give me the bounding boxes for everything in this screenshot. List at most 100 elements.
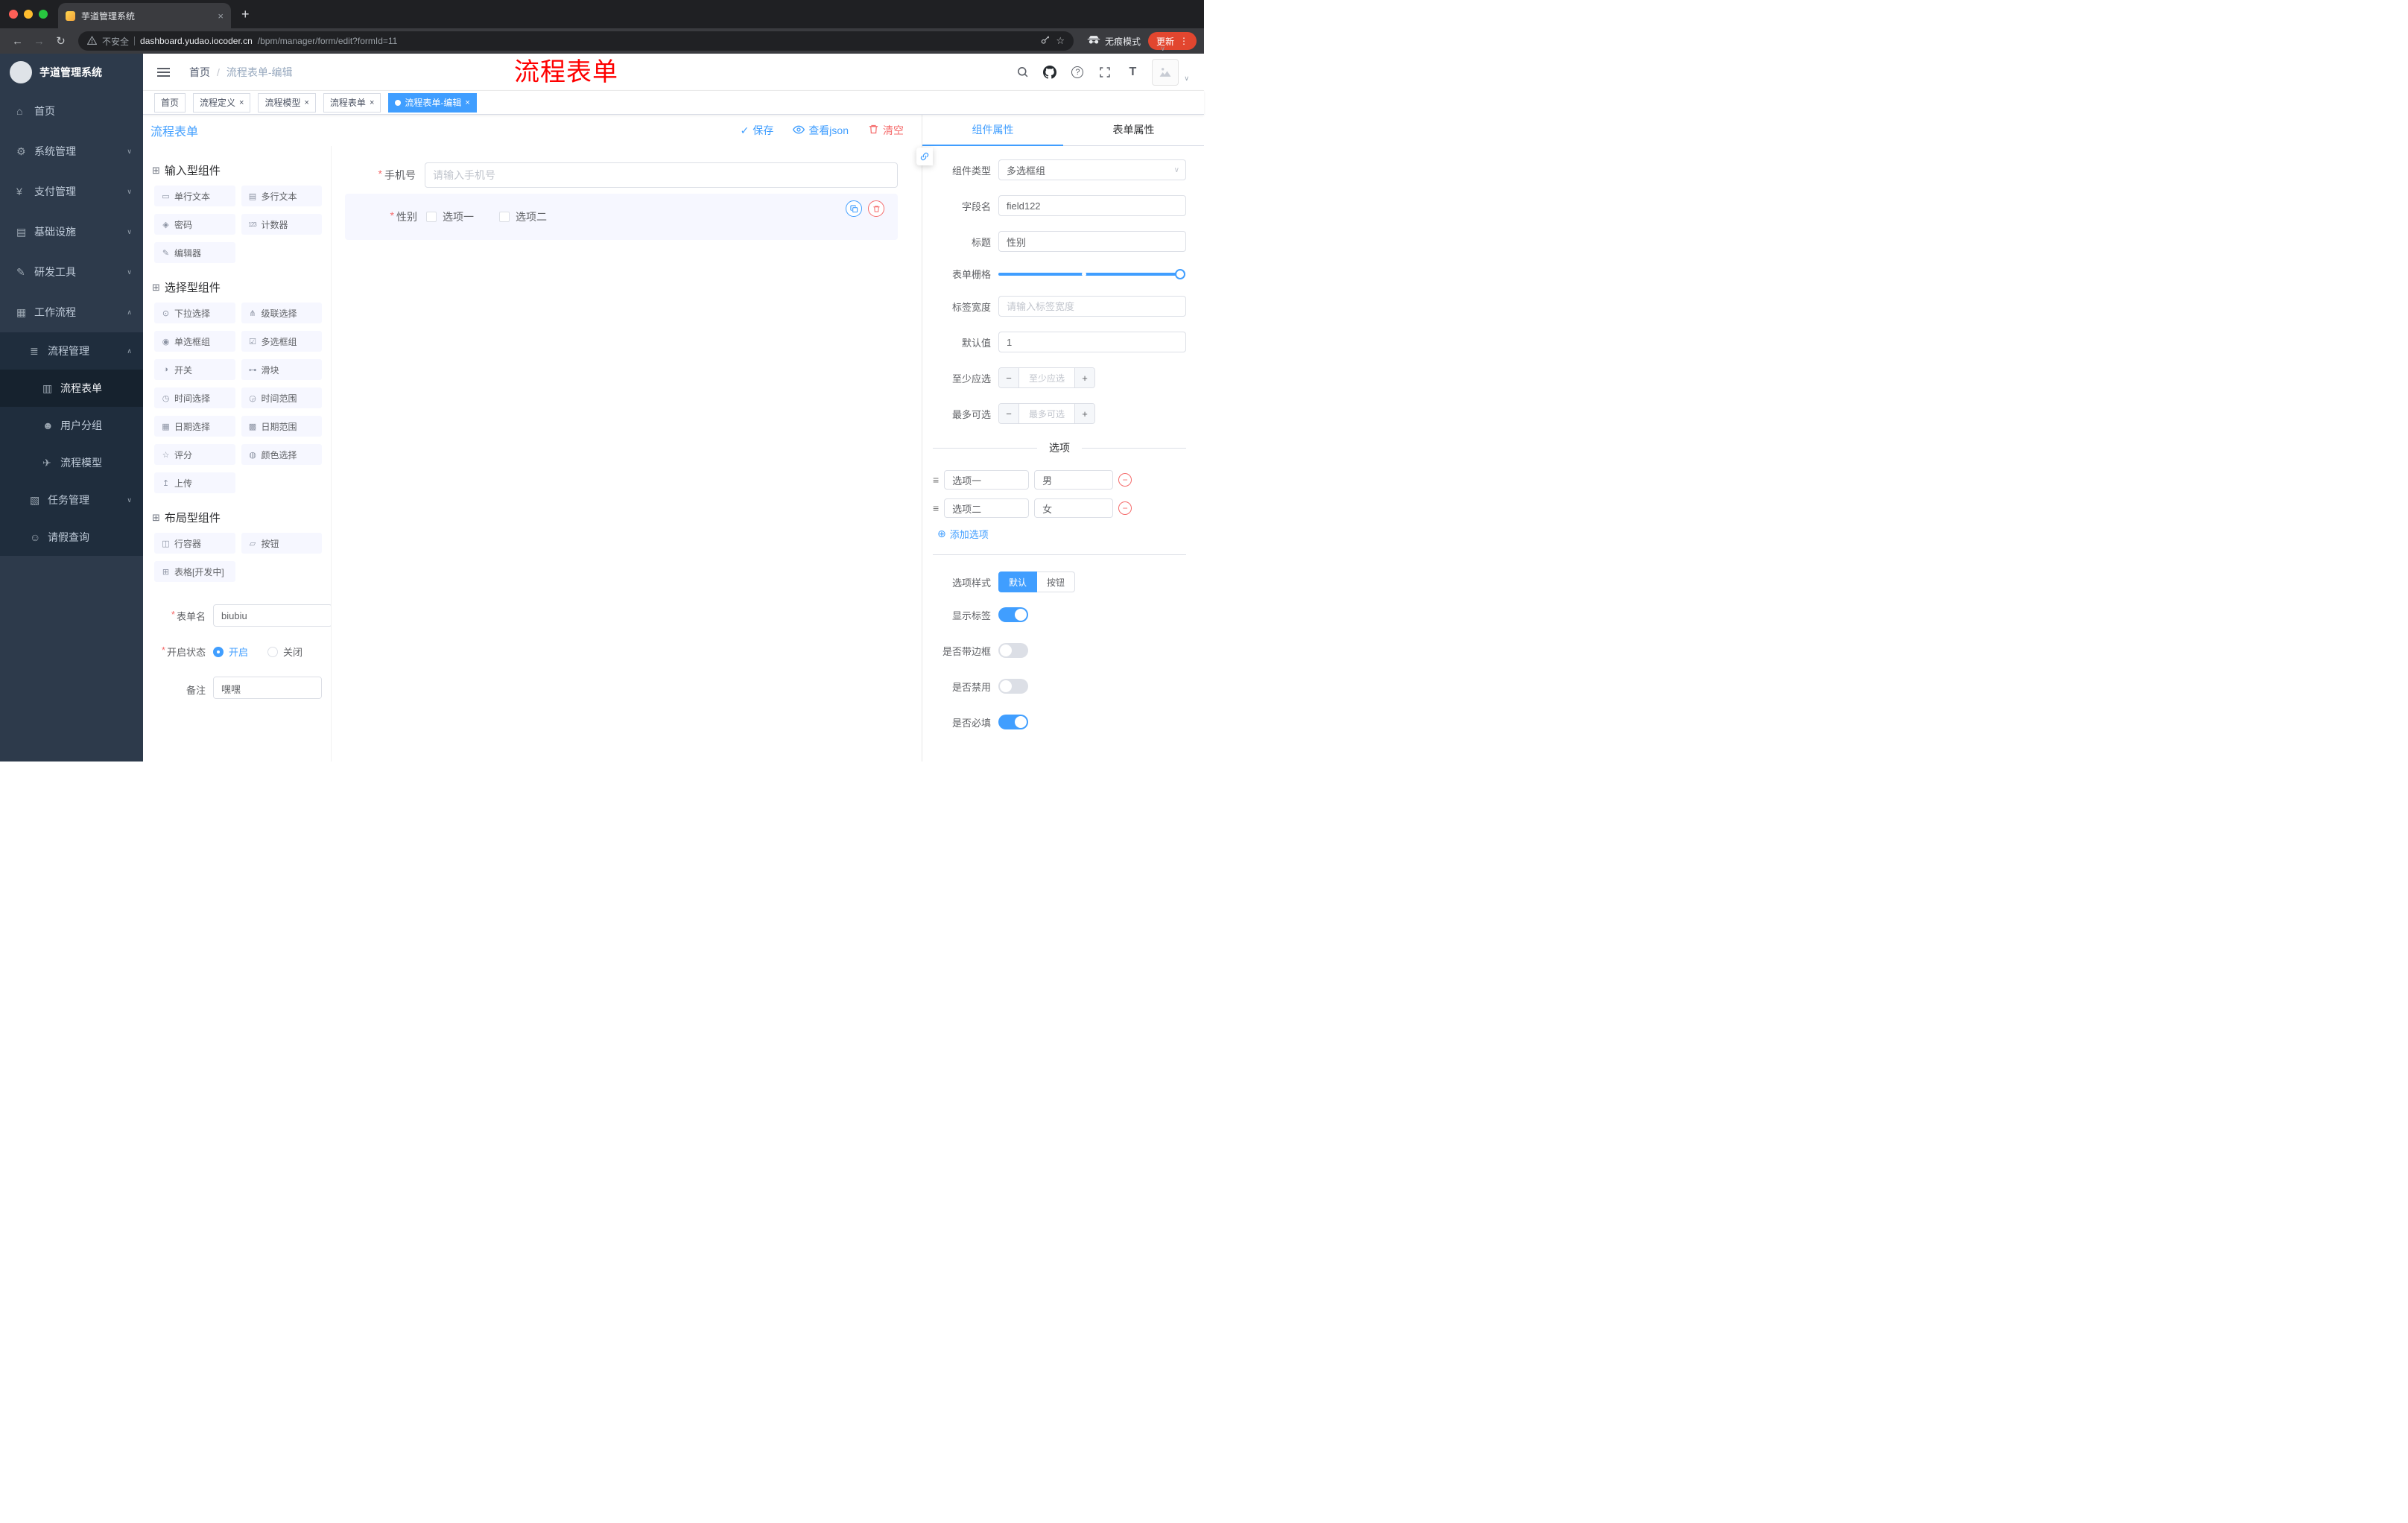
palette-item-password[interactable]: ◈ 密码 <box>154 214 235 235</box>
palette-item-color-picker[interactable]: ◍ 颜色选择 <box>241 444 322 465</box>
form-name-input[interactable] <box>213 604 331 627</box>
breadcrumb-home[interactable]: 首页 <box>189 65 210 80</box>
clear-button[interactable]: 清空 <box>868 123 904 138</box>
form-canvas[interactable]: *手机号 *性别 选项一 选项二 <box>332 146 922 762</box>
reload-icon[interactable]: ↻ <box>51 34 71 48</box>
palette-item-radio-group[interactable]: ◉ 单选框组 <box>154 331 235 352</box>
help-icon[interactable]: ? <box>1069 64 1086 80</box>
save-button[interactable]: ✓ 保存 <box>741 123 774 138</box>
sidebar-item-workflow[interactable]: ▦ 工作流程 ∧ <box>0 292 143 332</box>
sidebar-item-leave-query[interactable]: ☺ 请假查询 <box>0 519 143 556</box>
password-key-icon[interactable] <box>1040 35 1051 48</box>
phone-input[interactable] <box>425 162 898 188</box>
toolbar-caret-icon[interactable]: ∨ <box>1160 45 1165 53</box>
tag-process-form-edit[interactable]: 流程表单-编辑 × <box>388 92 477 113</box>
remove-option-button[interactable]: − <box>1118 501 1132 515</box>
option-name-input[interactable] <box>944 498 1030 518</box>
palette-item-upload[interactable]: ↥ 上传 <box>154 472 235 493</box>
palette-item-button[interactable]: ▱ 按钮 <box>241 533 322 554</box>
slider-handle[interactable] <box>1175 268 1185 279</box>
decrease-button[interactable]: − <box>999 404 1018 423</box>
delete-field-button[interactable] <box>868 200 884 217</box>
form-grid-slider[interactable] <box>998 268 1185 279</box>
address-bar[interactable]: 不安全 dashboard.yudao.iocoder.cn /bpm/mana… <box>78 31 1074 51</box>
increase-button[interactable]: + <box>1075 404 1094 423</box>
add-option-button[interactable]: ⊕ 添加选项 <box>937 527 1186 541</box>
tag-process-definition[interactable]: 流程定义 × <box>193 92 251 113</box>
max-select-value[interactable]: 最多可选 <box>1018 404 1075 423</box>
option-value-input[interactable] <box>1034 498 1114 518</box>
font-size-icon[interactable]: T <box>1124 64 1141 80</box>
close-icon[interactable]: × <box>370 98 374 107</box>
sidebar-item-dev-tools[interactable]: ✎ 研发工具 ∨ <box>0 252 143 292</box>
palette-item-table[interactable]: ⊞ 表格[开发中] <box>154 561 235 582</box>
palette-item-slider[interactable]: ⊶ 滑块 <box>241 359 322 380</box>
sidebar-item-payment-management[interactable]: ¥ 支付管理 ∨ <box>0 171 143 212</box>
required-switch[interactable] <box>998 715 1028 729</box>
palette-item-multi-line-text[interactable]: ▤ 多行文本 <box>241 186 322 206</box>
palette-item-cascader[interactable]: ⋔ 级联选择 <box>241 303 322 323</box>
remove-option-button[interactable]: − <box>1118 473 1132 487</box>
label-width-input[interactable] <box>998 296 1186 317</box>
tag-process-form[interactable]: 流程表单 × <box>323 92 381 113</box>
tag-process-model[interactable]: 流程模型 × <box>258 92 316 113</box>
tab-close-icon[interactable]: × <box>218 10 224 22</box>
palette-item-editor[interactable]: ✎ 编辑器 <box>154 242 235 263</box>
sidebar-logo[interactable]: 芋道管理系统 <box>0 54 143 91</box>
browser-menu-dots-icon[interactable]: ⋮ <box>1179 36 1188 46</box>
fullscreen-icon[interactable] <box>1097 64 1113 80</box>
close-icon[interactable]: × <box>239 98 244 107</box>
decrease-button[interactable]: − <box>999 368 1018 387</box>
palette-item-single-line-text[interactable]: ▭ 单行文本 <box>154 186 235 206</box>
sidebar-item-home[interactable]: ⌂ 首页 <box>0 91 143 131</box>
link-handle-button[interactable] <box>916 148 933 165</box>
palette-item-switch[interactable]: ◑ 开关 <box>154 359 235 380</box>
sidebar-item-process-model[interactable]: ✈ 流程模型 <box>0 444 143 481</box>
border-switch[interactable] <box>998 643 1028 658</box>
browser-tab[interactable]: 芋道管理系统 × <box>58 3 231 28</box>
default-value-input[interactable] <box>998 332 1186 352</box>
palette-item-time-range[interactable]: ◶ 时间范围 <box>241 387 322 408</box>
style-default-button[interactable]: 默认 <box>998 571 1038 592</box>
status-open-radio[interactable]: 开启 <box>213 645 248 659</box>
sidebar-item-task-management[interactable]: ▧ 任务管理 ∨ <box>0 481 143 519</box>
palette-item-checkbox-group[interactable]: ☑ 多选框组 <box>241 331 322 352</box>
gender-option-1[interactable]: 选项一 <box>426 209 474 224</box>
sidebar-toggle-button[interactable] <box>155 64 171 80</box>
new-tab-button[interactable]: + <box>231 7 260 28</box>
window-close-button[interactable] <box>9 10 18 19</box>
field-name-input[interactable] <box>998 195 1186 216</box>
field-gender-selected[interactable]: * 性别 选项一 选项二 <box>345 194 898 240</box>
option-value-input[interactable] <box>1034 470 1114 490</box>
forward-icon[interactable]: → <box>29 35 49 48</box>
checkbox-icon[interactable] <box>499 212 510 222</box>
bookmark-star-icon[interactable]: ☆ <box>1056 35 1065 47</box>
drag-handle-icon[interactable]: ≡ <box>933 502 939 514</box>
field-phone[interactable]: * 手机号 <box>345 162 898 188</box>
min-select-value[interactable]: 至少应选 <box>1018 368 1075 387</box>
github-icon[interactable] <box>1042 64 1058 80</box>
avatar-caret-icon[interactable]: ∨ <box>1184 75 1189 83</box>
window-minimize-button[interactable] <box>24 10 33 19</box>
increase-button[interactable]: + <box>1075 368 1094 387</box>
gender-option-2[interactable]: 选项二 <box>499 209 547 224</box>
sidebar-item-process-management[interactable]: ≣ 流程管理 ∧ <box>0 332 143 370</box>
palette-item-row-container[interactable]: ◫ 行容器 <box>154 533 235 554</box>
tag-home[interactable]: 首页 <box>154 92 186 113</box>
user-avatar[interactable] <box>1152 58 1179 86</box>
sidebar-item-infrastructure[interactable]: ▤ 基础设施 ∨ <box>0 212 143 252</box>
close-icon[interactable]: × <box>304 98 308 107</box>
title-input[interactable] <box>998 231 1186 252</box>
browser-update-button[interactable]: 更新 ⋮ <box>1147 32 1197 50</box>
tab-component-props[interactable]: 组件属性 <box>922 115 1063 146</box>
show-label-switch[interactable] <box>998 607 1028 622</box>
palette-item-counter[interactable]: 123 计数器 <box>241 214 322 235</box>
sidebar-item-system-management[interactable]: ⚙ 系统管理 ∨ <box>0 131 143 171</box>
palette-item-time-picker[interactable]: ◷ 时间选择 <box>154 387 235 408</box>
option-name-input[interactable] <box>944 470 1030 490</box>
status-closed-radio[interactable]: 关闭 <box>267 645 302 659</box>
palette-item-date-picker[interactable]: ▦ 日期选择 <box>154 416 235 437</box>
copy-field-button[interactable] <box>846 200 862 217</box>
palette-item-date-range[interactable]: ▩ 日期范围 <box>241 416 322 437</box>
sidebar-item-user-groups[interactable]: ☻ 用户分组 <box>0 407 143 444</box>
